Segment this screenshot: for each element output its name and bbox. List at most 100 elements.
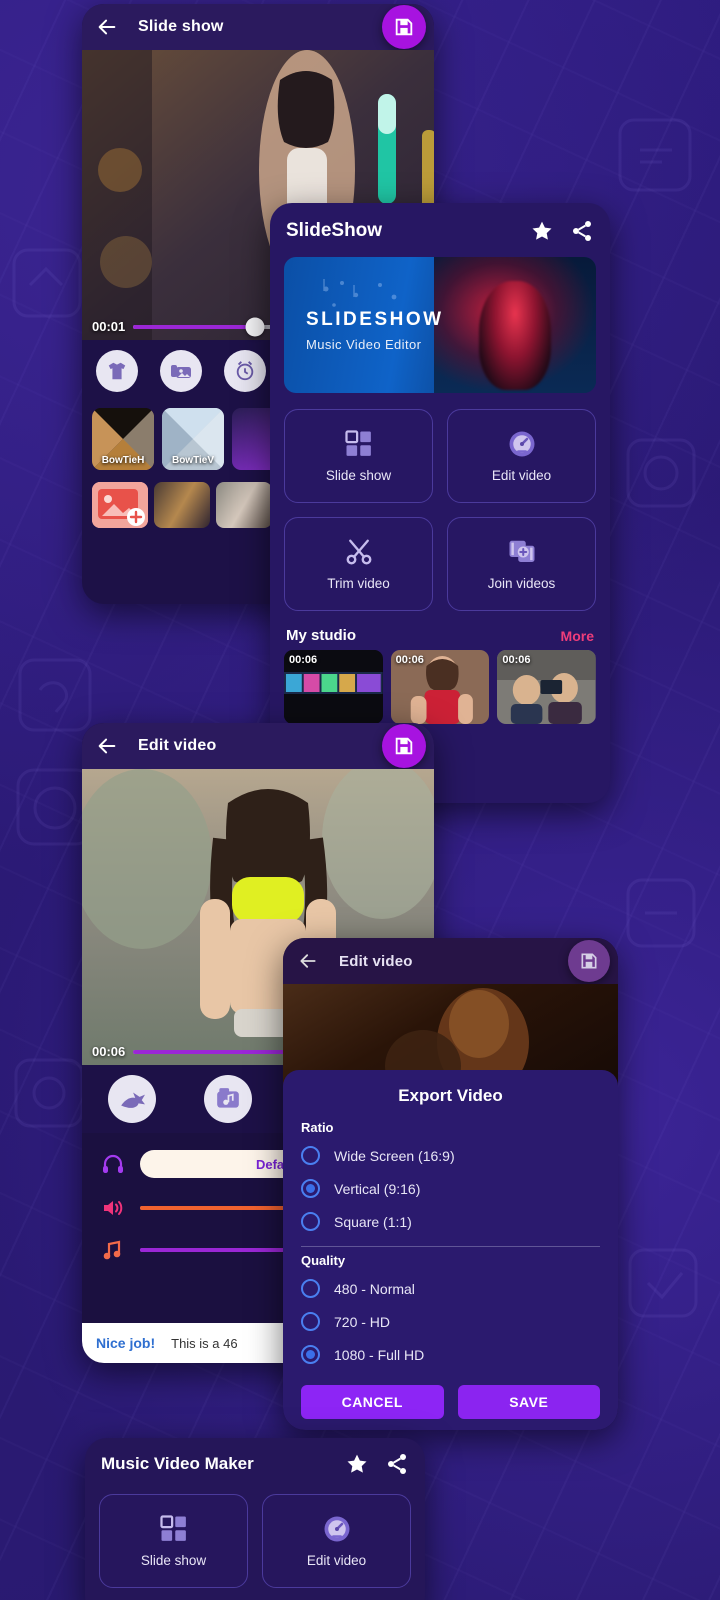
radio-button[interactable]	[301, 1279, 320, 1298]
quality-option-720[interactable]: 720 - HD	[301, 1305, 600, 1338]
card-label: Slide show	[140, 1553, 207, 1568]
add-image-button[interactable]	[92, 482, 148, 528]
duration-icon[interactable]	[224, 350, 266, 392]
grid-squares-icon	[159, 1515, 186, 1541]
card-label: Edit video	[306, 1553, 367, 1568]
more-link[interactable]: More	[561, 628, 594, 644]
ratio-option-square[interactable]: Square (1:1)	[301, 1205, 600, 1238]
film-thumb[interactable]	[154, 482, 210, 528]
card-join-videos[interactable]: Join videos	[447, 517, 596, 611]
volume-icon	[100, 1196, 126, 1220]
video-duration: 00:06	[502, 654, 531, 666]
screen-home-slideshow: SlideShow SLIDESHOW Music Video Editor S…	[270, 203, 610, 803]
back-arrow-icon[interactable]	[295, 948, 321, 974]
video-duration: 00:06	[395, 654, 424, 666]
speedometer-icon	[324, 1516, 349, 1542]
export-appbar: Edit video	[283, 938, 618, 984]
my-studio-header: My studio More	[270, 615, 610, 650]
card-slide-show[interactable]: Slide show	[284, 409, 433, 503]
studio-video-item[interactable]: 00:06	[284, 650, 383, 724]
join-film-icon	[509, 540, 534, 562]
home-title: SlideShow	[286, 220, 383, 241]
back-arrow-icon[interactable]	[94, 733, 120, 759]
radio-button-selected[interactable]	[301, 1179, 320, 1198]
transition-item[interactable]: BowTieH	[92, 408, 154, 470]
option-label: Square (1:1)	[334, 1213, 412, 1230]
studio-video-item[interactable]: 00:06	[390, 650, 490, 724]
radio-button[interactable]	[301, 1312, 320, 1331]
slideshow-title: Slide show	[138, 18, 224, 35]
bottom-home-title: Music Video Maker	[101, 1454, 254, 1473]
home-header: SlideShow	[270, 203, 610, 253]
photos-icon[interactable]	[160, 350, 202, 392]
banner-text: SLIDESHOW Music Video Editor	[306, 309, 444, 352]
banner-line2: Music Video Editor	[306, 337, 422, 352]
option-label: 1080 - Full HD	[334, 1346, 425, 1363]
bottom-card-grid: Slide show Edit video	[85, 1486, 425, 1592]
transition-label: BowTieV	[171, 455, 215, 466]
ratio-option-vertical[interactable]: Vertical (9:16)	[301, 1172, 600, 1205]
option-label: 720 - HD	[334, 1313, 391, 1330]
cancel-button[interactable]: CANCEL	[301, 1385, 444, 1419]
dialog-title: Export Video	[398, 1086, 503, 1105]
theme-icon[interactable]	[96, 350, 138, 392]
back-arrow-icon[interactable]	[94, 14, 120, 40]
music-library-icon[interactable]	[204, 1075, 252, 1123]
screen-export-dialog: Edit video Export Video Ratio Wide Scree…	[283, 938, 618, 1430]
transition-label: BowTieH	[101, 455, 145, 466]
video-duration: 00:06	[289, 654, 318, 666]
card-label: Slide show	[325, 468, 392, 483]
headphone-icon	[100, 1152, 126, 1176]
option-label: Wide Screen (16:9)	[334, 1147, 455, 1164]
edit-video-title: Edit video	[138, 737, 217, 754]
film-thumb[interactable]	[216, 482, 272, 528]
card-label: Edit video	[491, 468, 552, 483]
current-time: 00:06	[92, 1044, 126, 1059]
studio-video-row: 00:06 00:06 00:06	[270, 650, 610, 724]
screen-music-video-maker: Music Video Maker Slide show Edit video	[85, 1438, 425, 1600]
export-screen-title: Edit video	[339, 952, 413, 970]
option-label: Vertical (9:16)	[334, 1180, 421, 1197]
speedometer-icon	[509, 431, 534, 457]
share-icon[interactable]	[570, 219, 594, 243]
export-video-dialog: Export Video Ratio Wide Screen (16:9) Ve…	[283, 1070, 618, 1430]
star-icon[interactable]	[530, 219, 554, 243]
promo-banner[interactable]: SLIDESHOW Music Video Editor	[284, 257, 596, 393]
share-icon[interactable]	[385, 1452, 409, 1476]
radio-button[interactable]	[301, 1212, 320, 1231]
option-label: 480 - Normal	[334, 1280, 415, 1297]
card-slide-show[interactable]: Slide show	[99, 1494, 248, 1588]
radio-button[interactable]	[301, 1146, 320, 1165]
save-button[interactable]: SAVE	[457, 1385, 600, 1419]
grid-squares-icon	[344, 430, 371, 456]
screenshot-collage: Slide show 00:01 BowTieH BowTieV SlideSh…	[0, 0, 720, 1600]
current-time: 00:01	[92, 319, 126, 334]
save-button[interactable]	[382, 724, 426, 768]
quality-option-1080[interactable]: 1080 - Full HD	[301, 1338, 600, 1371]
transition-item[interactable]: BowTieV	[162, 408, 224, 470]
ratio-option-wide[interactable]: Wide Screen (16:9)	[301, 1139, 600, 1172]
star-icon[interactable]	[345, 1452, 369, 1476]
slideshow-appbar: Slide show	[82, 4, 434, 50]
card-label: Trim video	[327, 576, 390, 591]
my-studio-title: My studio	[286, 627, 356, 644]
effects-icon[interactable]	[108, 1075, 156, 1123]
dialog-buttons: CANCEL SAVE	[301, 1385, 600, 1419]
card-label: Join videos	[487, 576, 556, 591]
bottom-home-header: Music Video Maker	[85, 1438, 425, 1486]
ad-text: This is a 46	[171, 1335, 238, 1351]
home-card-grid: Slide show Edit video Trim video Join vi…	[270, 393, 610, 615]
save-button[interactable]	[568, 940, 610, 982]
radio-button-selected[interactable]	[301, 1345, 320, 1364]
shooting-star-icon	[121, 1092, 145, 1108]
quality-option-480[interactable]: 480 - Normal	[301, 1272, 600, 1305]
card-trim-video[interactable]: Trim video	[284, 517, 433, 611]
card-edit-video[interactable]: Edit video	[262, 1494, 411, 1588]
card-edit-video[interactable]: Edit video	[447, 409, 596, 503]
studio-video-item[interactable]: 00:06	[497, 650, 597, 724]
scissors-icon	[346, 539, 371, 565]
ratio-label: Ratio	[301, 1120, 334, 1135]
quality-label: Quality	[301, 1253, 346, 1268]
save-button[interactable]	[382, 5, 426, 49]
banner-line1: SLIDESHOW	[306, 309, 444, 330]
